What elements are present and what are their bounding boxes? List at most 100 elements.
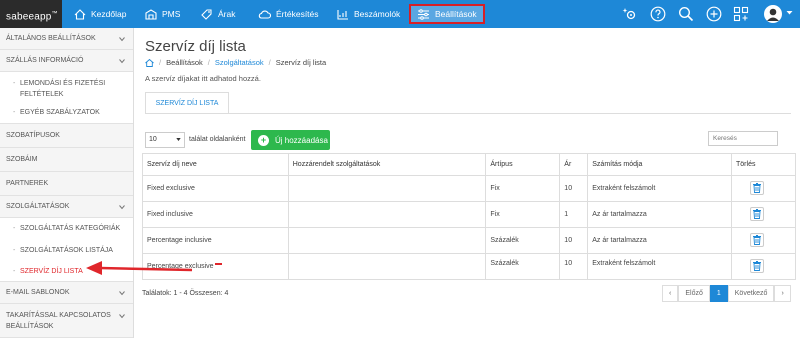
chevron-down-icon: [176, 138, 181, 141]
submenu-dash: -: [13, 247, 16, 254]
sidebar-item-szolgaltatasok[interactable]: SZOLGÁLTATÁSOK: [0, 196, 133, 218]
search-icon[interactable]: [678, 6, 694, 22]
home-icon[interactable]: [145, 58, 154, 67]
cell-name: Percentage inclusive: [142, 227, 289, 254]
sidebar-item-label: PARTNEREK: [6, 180, 49, 187]
sidebar-item-label: SZOLGÁLTATÁSOK: [6, 203, 70, 210]
column-header-services[interactable]: Hozzárendelt szolgáltatások: [287, 153, 487, 176]
sidebar-item-label: SZOBÁIM: [6, 156, 38, 163]
chevron-down-icon: [119, 36, 125, 41]
pagination-next-label[interactable]: Következő: [727, 285, 775, 302]
cell-services: [287, 201, 487, 228]
chevron-down-icon[interactable]: [786, 10, 793, 16]
results-summary: Találatok: 1 - 4 Összesen: 4: [142, 290, 229, 297]
cell-services: [287, 175, 487, 202]
settings-sidebar: ÁLTALÁNOS BEÁLLÍTÁSOK SZÁLLÁS INFORMÁCIÓ…: [0, 28, 134, 338]
nav-item-beallitasok[interactable]: Beállítások: [409, 4, 485, 24]
trash-icon: [753, 209, 762, 219]
sidebar-item-lemondasi-feltetelek[interactable]: - LEMONDÁSI ÉS FIZETÉSI FELTÉTELEK: [0, 72, 133, 102]
pagination-prev-label[interactable]: Előző: [678, 285, 710, 302]
per-page-select[interactable]: 10: [145, 132, 185, 148]
submenu-dash: -: [13, 109, 16, 116]
breadcrumb-item-szolgaltatasok[interactable]: Szolgáltatások: [215, 58, 264, 67]
submenu-dash: -: [13, 225, 16, 232]
sidebar-item-label: SZOBATÍPUSOK: [6, 132, 60, 139]
per-page-label: találat oldalanként: [189, 136, 246, 143]
cell-services: [287, 227, 487, 254]
submenu-dash: -: [13, 80, 16, 87]
cell-price-type: Százalék: [485, 227, 561, 254]
column-header-price-type[interactable]: Ártípus: [485, 153, 561, 176]
sidebar-item-label: SZÁLLÁS INFORMÁCIÓ: [6, 57, 84, 64]
cell-price: 10: [559, 253, 589, 280]
pagination-page-current[interactable]: 1: [709, 285, 728, 302]
sidebar-item-szobaim[interactable]: SZOBÁIM: [0, 148, 133, 172]
sidebar-item-label-line2: BEÁLLÍTÁSOK: [6, 323, 54, 330]
sidebar-item-label: SZERVÍZ DÍJ LISTA: [20, 268, 83, 275]
nav-item-arak[interactable]: Árak: [201, 0, 235, 28]
sidebar-item-email-sablonok[interactable]: E-MAIL SABLONOK: [0, 282, 133, 304]
per-page-value: 10: [149, 136, 157, 143]
pagination: ‹ Előző 1 Következő ›: [662, 285, 791, 302]
chevron-down-icon: [119, 290, 125, 295]
delete-button[interactable]: [750, 207, 765, 221]
help-icon[interactable]: [650, 6, 666, 22]
cell-price: 10: [559, 175, 589, 202]
nav-item-ertekesites[interactable]: Értékesítés: [258, 0, 319, 28]
cell-name: Fixed inclusive: [142, 201, 289, 228]
cell-delete: [731, 253, 796, 280]
table-row[interactable]: Percentage exclusive Százalék 10 Extraké…: [142, 253, 796, 280]
cell-name-text: Percentage exclusive: [147, 263, 214, 270]
sidebar-item-altalanos-beallitasok[interactable]: ÁLTALÁNOS BEÁLLÍTÁSOK: [0, 28, 133, 50]
sidebar-item-takaritas-beallitasok[interactable]: TAKARÍTÁSSAL KAPCSOLATOS BEÁLLÍTÁSOK: [0, 304, 133, 338]
sidebar-item-partnerek[interactable]: PARTNEREK: [0, 172, 133, 196]
main-content: Szervíz díj lista / Beállítások / Szolgá…: [134, 28, 800, 338]
nav-item-beszamolok[interactable]: Beszámolók: [337, 0, 400, 28]
plus-icon: +: [258, 134, 269, 146]
nav-item-label: Kezdőlap: [91, 9, 127, 19]
add-new-button[interactable]: + Új hozzáadása: [251, 130, 330, 150]
top-navigation-bar: sabeeapp™ Kezdőlap PMS Árak Értékesítés …: [0, 0, 800, 28]
cell-price-type: Fix: [485, 175, 561, 202]
tab-szerviz-dij-lista[interactable]: SZERVÍZ DÍJ LISTA: [145, 92, 229, 114]
column-header-calculation[interactable]: Számítás módja: [587, 153, 733, 176]
table-row[interactable]: Percentage inclusive Százalék 10 Az ár t…: [142, 227, 796, 254]
chevron-down-icon: [119, 204, 125, 209]
cell-calculation: Extraként felszámolt: [587, 253, 733, 280]
breadcrumb-item-beallitasok[interactable]: Beállítások: [166, 58, 203, 67]
search-input[interactable]: [708, 131, 778, 146]
apps-icon[interactable]: [733, 6, 749, 22]
sidebar-item-szobatipusok[interactable]: SZOBATÍPUSOK: [0, 124, 133, 148]
sidebar-item-szolgaltatasok-listaja[interactable]: - SZOLGÁLTATÁSOK LISTÁJA: [0, 240, 133, 262]
sidebar-item-egyeb-szabalyzatok[interactable]: - EGYÉB SZABÁLYZATOK: [0, 102, 133, 124]
trash-icon: [753, 261, 762, 271]
nav-item-pms[interactable]: PMS: [145, 0, 180, 28]
delete-button[interactable]: [750, 233, 765, 247]
cell-price: 10: [559, 227, 589, 254]
pagination-next[interactable]: ›: [774, 285, 791, 302]
sidebar-item-szallas-informacio[interactable]: SZÁLLÁS INFORMÁCIÓ: [0, 50, 133, 72]
table-row[interactable]: Fixed exclusive Fix 10 Extraként felszám…: [142, 175, 796, 202]
column-header-name[interactable]: Szervíz díj neve: [142, 153, 289, 176]
cell-services: [287, 253, 487, 280]
cell-price-type: Fix: [485, 201, 561, 228]
sabeeapp-logo[interactable]: sabeeapp™: [0, 0, 62, 28]
settings-sparkle-icon[interactable]: [622, 6, 638, 22]
delete-button[interactable]: [750, 259, 765, 273]
avatar[interactable]: [764, 5, 782, 23]
nav-item-label: Beszámolók: [354, 9, 401, 19]
sliders-icon: [418, 8, 429, 20]
column-header-price[interactable]: Ár: [559, 153, 589, 176]
add-icon[interactable]: [706, 6, 722, 22]
sidebar-item-szerviz-dij-lista[interactable]: - SZERVÍZ DÍJ LISTA: [0, 262, 133, 282]
trash-icon: [753, 235, 762, 245]
sidebar-item-szolgaltatas-kategoriak[interactable]: - SZOLGÁLTATÁS KATEGÓRIÁK: [0, 218, 133, 240]
table-row[interactable]: Fixed inclusive Fix 1 Az ár tartalmazza: [142, 201, 796, 228]
pagination-prev[interactable]: ‹: [662, 285, 679, 302]
sidebar-item-label: LEMONDÁSI ÉS FIZETÉSI: [20, 80, 106, 87]
delete-button[interactable]: [750, 181, 765, 195]
nav-item-kezdolap[interactable]: Kezdőlap: [74, 0, 126, 28]
user-avatar-icon: [767, 8, 779, 21]
cell-price-type: Százalék: [485, 253, 561, 280]
cell-calculation: Az ár tartalmazza: [587, 201, 733, 228]
